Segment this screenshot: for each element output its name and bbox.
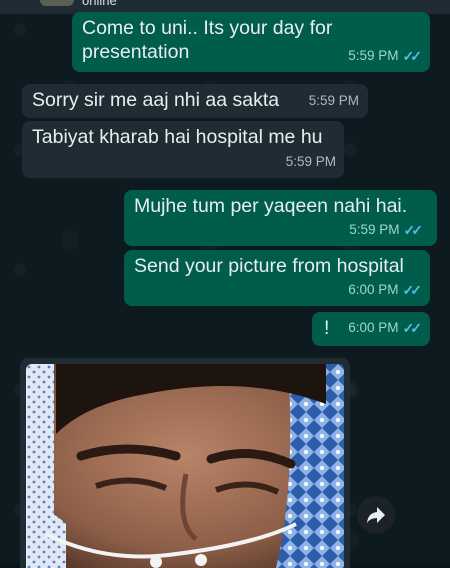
message-meta: 5:59 PM <box>286 151 336 173</box>
message-time: 6:00 PM <box>348 282 399 297</box>
double-check-icon: ✓✓ <box>402 48 423 64</box>
message-text: Mujhe tum per yaqeen nahi hai. <box>134 195 408 217</box>
double-check-icon: ✓✓ <box>402 320 423 336</box>
message-text: Send your picture from hospital <box>134 255 404 277</box>
contact-avatar[interactable] <box>40 0 74 6</box>
message-text: Come to uni.. Its your day for <box>82 17 333 39</box>
message-bubble-incoming[interactable]: Sorry sir me aaj nhi aa sakta 5:59 PM <box>22 84 368 118</box>
message-meta: 6:00 PM ✓✓ <box>348 279 423 301</box>
message-bubble-outgoing[interactable]: Come to uni.. Its your day for presentat… <box>72 12 430 72</box>
double-check-icon: ✓✓ <box>403 222 424 238</box>
message-time: 5:59 PM <box>348 48 399 63</box>
message-text: ! <box>324 317 330 339</box>
hospital-photo[interactable] <box>26 364 344 568</box>
message-time: 5:59 PM <box>349 222 400 237</box>
forward-button[interactable] <box>357 496 395 534</box>
message-text: Sorry sir me aaj nhi aa sakta <box>32 89 280 111</box>
forward-arrow-icon <box>367 507 385 523</box>
message-time: 6:00 PM <box>348 320 399 335</box>
message-bubble-incoming[interactable]: Tabiyat kharab hai hospital me hu 5:59 P… <box>22 121 344 178</box>
message-meta: 6:00 PM ✓✓ <box>348 317 423 339</box>
photo-image <box>26 364 344 568</box>
message-bubble-outgoing[interactable]: ! 6:00 PM ✓✓ <box>312 312 430 346</box>
double-check-icon: ✓✓ <box>402 282 423 298</box>
photo-message[interactable] <box>20 358 350 568</box>
message-time: 5:59 PM <box>285 154 336 169</box>
message-time: 5:59 PM <box>308 93 359 108</box>
message-text: Tabiyat kharab hai hospital me hu <box>32 126 323 148</box>
message-meta: 5:59 PM ✓✓ <box>349 219 424 241</box>
contact-status: online <box>82 0 117 8</box>
message-bubble-outgoing[interactable]: Send your picture from hospital 6:00 PM … <box>124 250 430 306</box>
message-bubble-outgoing[interactable]: Mujhe tum per yaqeen nahi hai. 5:59 PM ✓… <box>124 190 437 246</box>
message-meta: 5:59 PM <box>309 90 359 112</box>
message-text: presentation <box>82 41 190 63</box>
message-meta: 5:59 PM ✓✓ <box>348 45 423 67</box>
